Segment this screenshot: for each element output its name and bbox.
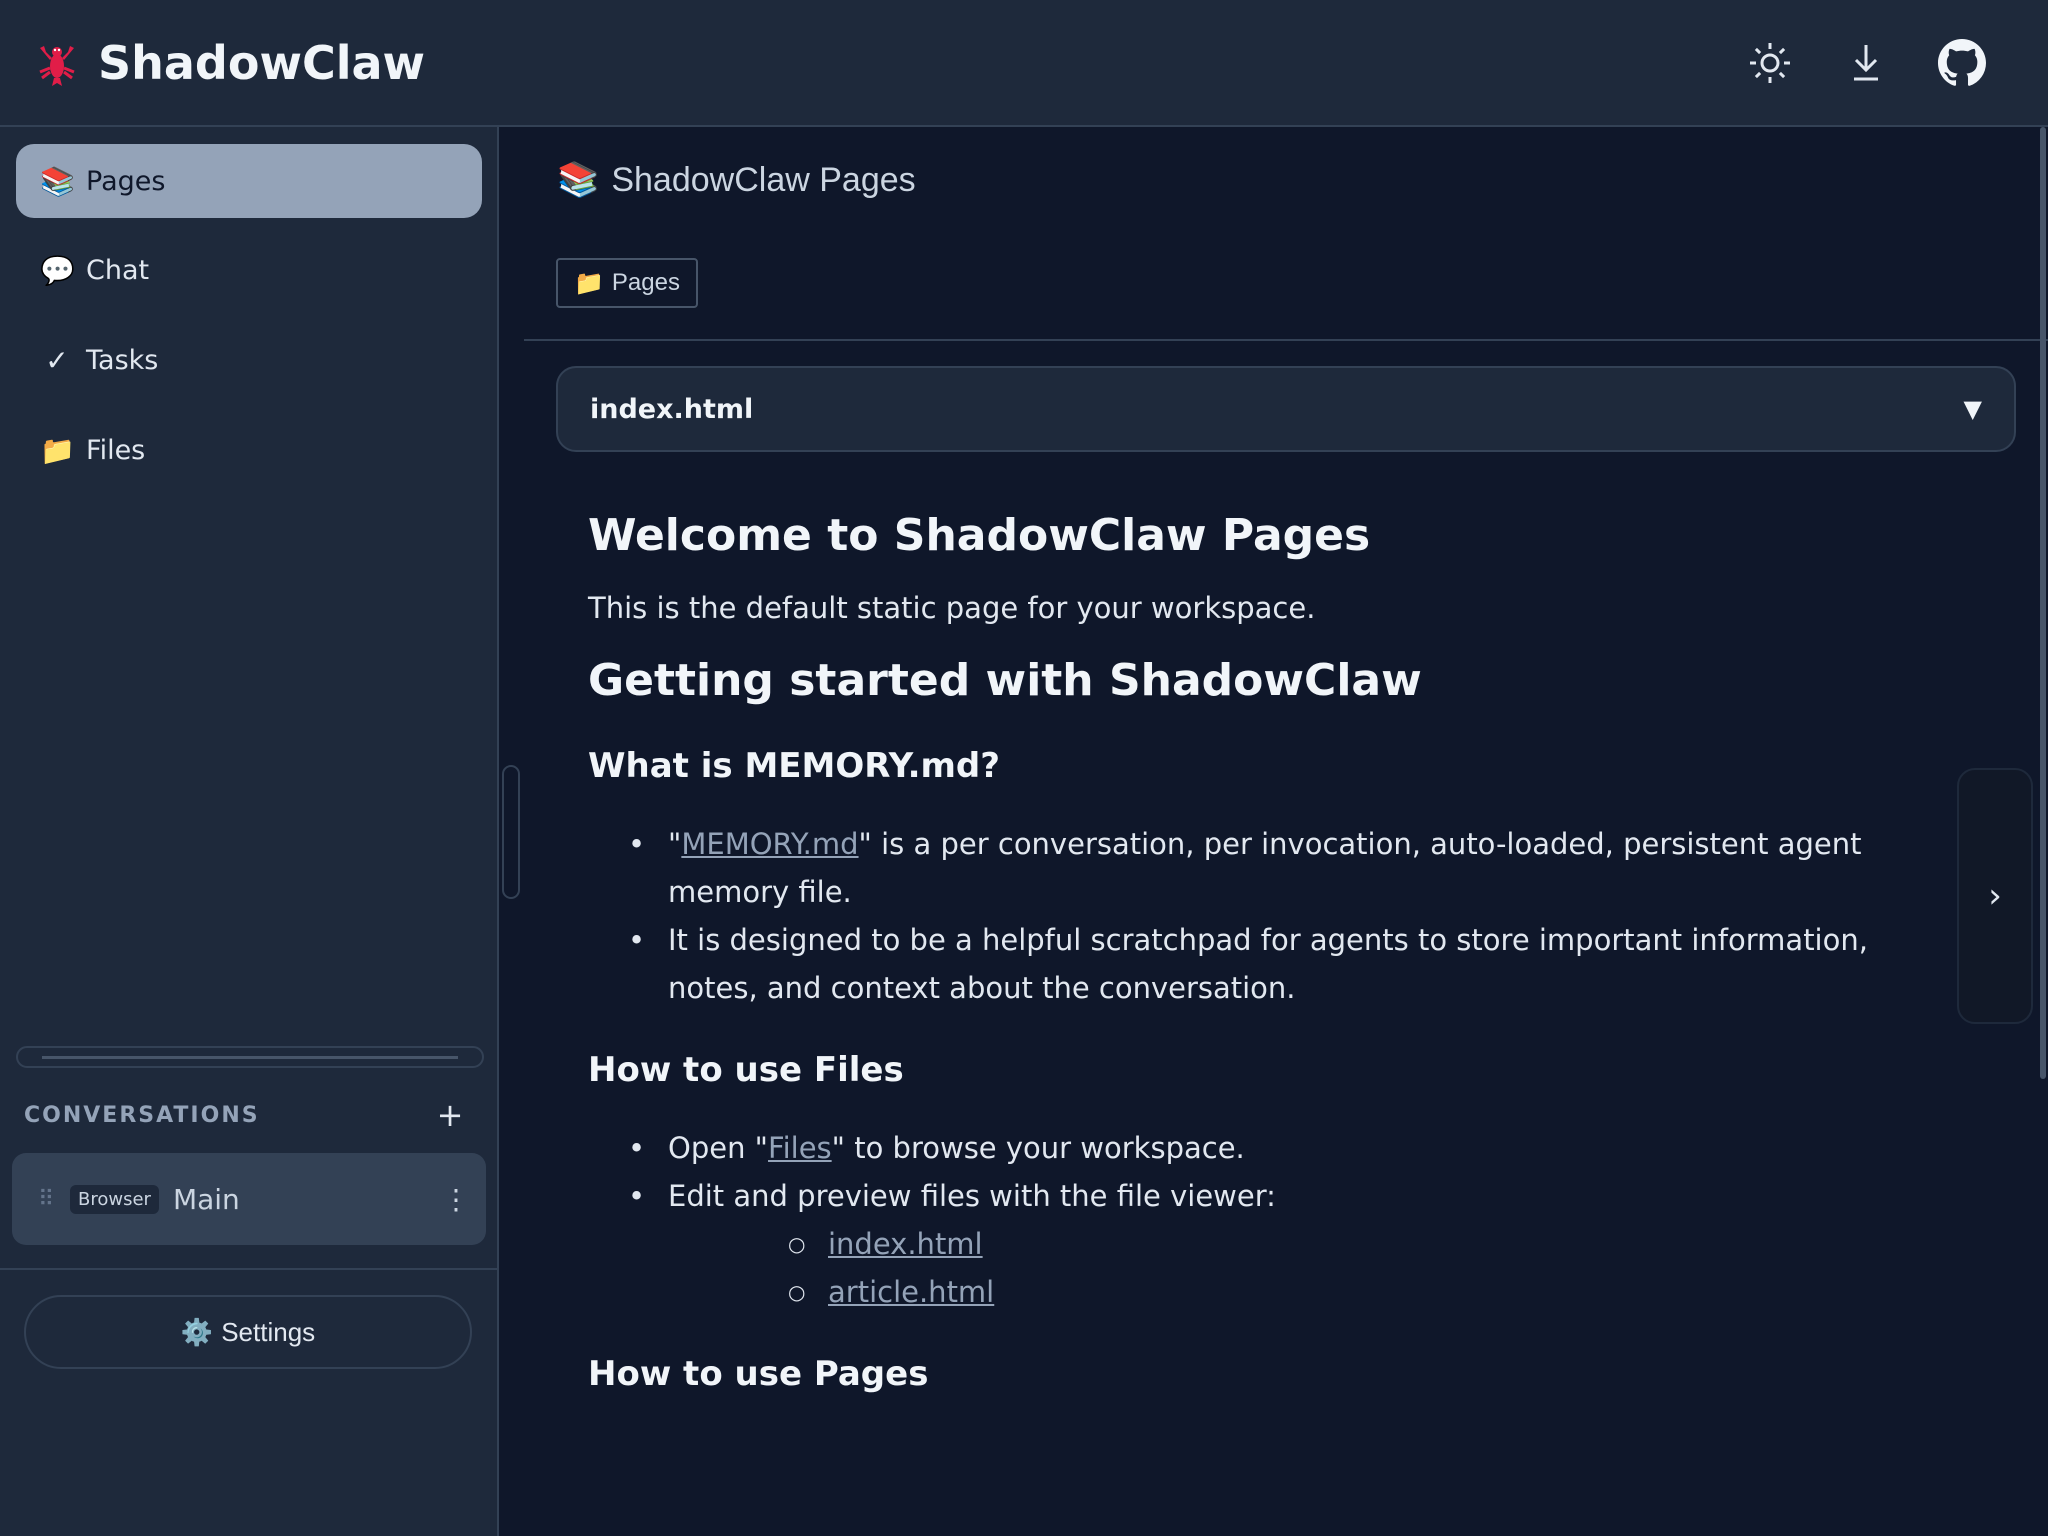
content-subheading: Getting started with ShadowClaw xyxy=(588,655,1422,706)
drag-handle-icon[interactable]: ⠿ xyxy=(36,1187,56,1212)
sidebar-item-label: Chat xyxy=(86,254,150,286)
checkmark-icon: ✓ xyxy=(45,343,69,377)
top-bar: ShadowClaw xyxy=(0,0,2048,127)
sun-icon xyxy=(1750,42,1790,83)
conversation-name: Main xyxy=(172,1182,240,1216)
settings-label: Settings xyxy=(221,1316,316,1347)
list-item: index.html xyxy=(668,1220,1958,1268)
chevron-right-icon: › xyxy=(1988,876,2002,916)
theme-toggle-button[interactable] xyxy=(1744,37,1796,89)
memory-link[interactable]: MEMORY.md xyxy=(681,827,858,861)
page-title-text: ShadowClaw Pages xyxy=(611,160,916,199)
folder-icon: 📁 xyxy=(40,433,75,467)
file-links-list: index.html article.html xyxy=(668,1220,1958,1316)
memory-heading: What is MEMORY.md? xyxy=(588,746,1000,786)
app-title: ShadowClaw xyxy=(98,35,426,90)
sidebar-item-label: Files xyxy=(86,434,146,466)
conversation-item[interactable]: ⠿ Browser Main ⋮ xyxy=(12,1153,486,1245)
breadcrumb-label: Pages xyxy=(611,269,680,296)
add-conversation-button[interactable]: + xyxy=(430,1096,470,1134)
conversations-header: CONVERSATIONS + xyxy=(24,1090,470,1140)
conversations-title: CONVERSATIONS xyxy=(24,1102,260,1128)
panel-resize-handle[interactable] xyxy=(502,765,520,899)
list-item: Open "Files" to browse your workspace. xyxy=(588,1124,1958,1172)
sidebar-item-label: Pages xyxy=(86,165,166,197)
download-button[interactable] xyxy=(1840,37,1892,89)
divider xyxy=(524,339,2048,341)
sidebar-item-chat[interactable]: 💬 Chat xyxy=(16,233,482,307)
article-html-link[interactable]: article.html xyxy=(828,1275,994,1309)
index-html-link[interactable]: index.html xyxy=(828,1227,983,1261)
breadcrumb-pages[interactable]: 📁 Pages xyxy=(556,258,698,308)
download-icon xyxy=(1854,44,1878,80)
sidebar-item-files[interactable]: 📁 Files xyxy=(16,413,482,487)
files-link[interactable]: Files xyxy=(768,1131,832,1165)
file-select-value: index.html xyxy=(590,393,754,425)
page-title: 📚 ShadowClaw Pages xyxy=(557,155,916,205)
app-logo[interactable]: ShadowClaw xyxy=(32,36,425,90)
settings-button[interactable]: ⚙️ Settings xyxy=(24,1295,472,1369)
sidebar-item-pages[interactable]: 📚 Pages xyxy=(16,144,482,218)
folder-icon: 📁 xyxy=(574,269,604,297)
pages-heading: How to use Pages xyxy=(588,1354,929,1394)
memory-list: "MEMORY.md" is a per conversation, per i… xyxy=(588,820,1958,1012)
books-icon: 📚 xyxy=(557,161,600,199)
file-select-dropdown[interactable]: index.html ▼ xyxy=(556,366,2016,452)
speech-bubble-icon: 💬 xyxy=(40,253,75,287)
sidebar-resize-divider[interactable] xyxy=(16,1046,484,1068)
conversation-badge: Browser xyxy=(70,1184,159,1214)
list-item: It is designed to be a helpful scratchpa… xyxy=(588,916,1958,1012)
sidebar-item-tasks[interactable]: ✓ Tasks xyxy=(16,323,482,397)
github-icon xyxy=(1938,38,1986,86)
files-list: Open "Files" to browse your workspace. E… xyxy=(588,1124,1958,1316)
more-options-icon[interactable]: ⋮ xyxy=(442,1183,470,1216)
chevron-down-icon: ▼ xyxy=(1963,395,1982,423)
content-intro: This is the default static page for your… xyxy=(588,591,1316,625)
github-link[interactable] xyxy=(1936,37,1988,89)
page-content: Welcome to ShadowClaw Pages This is the … xyxy=(588,510,1958,1428)
content-heading: Welcome to ShadowClaw Pages xyxy=(588,510,1371,561)
list-item: "MEMORY.md" is a per conversation, per i… xyxy=(588,820,1958,916)
divider xyxy=(0,1268,497,1270)
files-heading: How to use Files xyxy=(588,1050,904,1090)
scrollbar[interactable] xyxy=(2040,127,2046,1079)
sidebar-item-label: Tasks xyxy=(86,344,159,376)
list-item: article.html xyxy=(668,1268,1958,1316)
lobster-icon xyxy=(39,45,75,86)
books-icon: 📚 xyxy=(40,164,75,198)
expand-panel-button[interactable]: › xyxy=(1957,768,2033,1024)
list-item: Edit and preview files with the file vie… xyxy=(588,1172,1958,1316)
gear-icon: ⚙️ xyxy=(180,1316,214,1347)
